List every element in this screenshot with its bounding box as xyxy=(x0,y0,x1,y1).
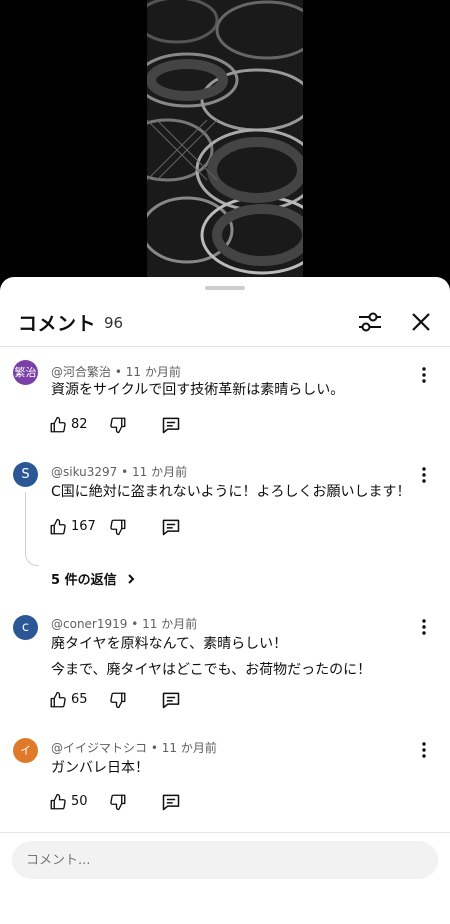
avatar[interactable]: S xyxy=(13,462,38,487)
reply-icon xyxy=(162,519,180,536)
like-count: 82 xyxy=(71,417,88,432)
chevron-right-icon xyxy=(128,574,135,584)
reply-button[interactable] xyxy=(161,791,181,813)
meta-separator: • xyxy=(131,617,143,631)
reply-icon xyxy=(162,794,180,811)
thumb-down-icon xyxy=(110,794,126,811)
comments-header: コメント 96 xyxy=(0,297,450,347)
comment-text: 廃タイヤを原料なんて、素晴らしい！ 今まで、廃タイヤはどこでも、お荷物だったのに… xyxy=(51,631,371,683)
more-vert-icon[interactable] xyxy=(416,466,432,484)
comment-actions: 82 xyxy=(49,414,249,436)
comment-author[interactable]: @siku3297 xyxy=(51,465,117,479)
avatar[interactable]: c xyxy=(13,615,38,640)
comment-text: ガンバレ日本！ xyxy=(51,755,149,781)
comment-meta: @coner1919 • 11 か月前 xyxy=(51,615,197,632)
reply-button[interactable] xyxy=(161,516,181,538)
comment-time: 11 か月前 xyxy=(132,465,188,479)
reply-icon xyxy=(162,417,180,434)
close-icon[interactable] xyxy=(408,309,434,335)
like-count: 50 xyxy=(71,794,88,809)
video-frame-tires xyxy=(147,0,303,290)
comment-line: C国に絶対に盗まれないように！よろしくお願いします！ xyxy=(51,484,411,500)
comments-sheet: コメント 96 繁治 @河合繁治 • 11 か月前 資源をサイクルで回す技術革新… xyxy=(0,277,450,924)
thumb-down-icon xyxy=(110,519,126,536)
thread-connector xyxy=(25,492,39,566)
more-vert-icon[interactable] xyxy=(416,741,432,759)
thumb-up-icon xyxy=(50,518,66,535)
dislike-button[interactable] xyxy=(109,689,129,711)
comment-actions: 167 xyxy=(49,516,249,538)
thumb-down-icon xyxy=(110,417,126,434)
thumb-up-icon xyxy=(50,691,66,708)
comment-meta: @イイジマトシコ • 11 か月前 xyxy=(51,739,217,756)
dislike-button[interactable] xyxy=(109,516,129,538)
comment-time: 11 か月前 xyxy=(161,741,217,755)
like-count: 167 xyxy=(71,519,96,534)
comment-input[interactable] xyxy=(26,850,416,870)
avatar[interactable]: 繁治 xyxy=(13,360,38,385)
avatar[interactable]: イ xyxy=(13,738,38,763)
sliders-icon[interactable] xyxy=(356,309,384,335)
comment-line: 廃タイヤを原料なんて、素晴らしい！ xyxy=(51,636,288,652)
reply-button[interactable] xyxy=(161,414,181,436)
thumb-up-icon xyxy=(50,793,66,810)
like-count: 65 xyxy=(71,692,88,707)
comment-line: 資源をサイクルで回す技術革新は素晴らしい。 xyxy=(51,382,345,398)
replies-label: 5 件の返信 xyxy=(51,573,117,588)
comment-author[interactable]: @coner1919 xyxy=(51,617,127,631)
comment-text: 資源をサイクルで回す技術革新は素晴らしい。 xyxy=(51,377,344,403)
dislike-button[interactable] xyxy=(109,791,129,813)
like-button[interactable]: 50 xyxy=(49,791,109,813)
video-player[interactable] xyxy=(0,0,450,290)
comment-time: 11 か月前 xyxy=(142,617,198,631)
more-vert-icon[interactable] xyxy=(416,618,432,636)
reply-button[interactable] xyxy=(161,689,181,711)
view-replies-button[interactable]: 5 件の返信 xyxy=(51,569,137,588)
dislike-button[interactable] xyxy=(109,414,129,436)
comment-author[interactable]: @イイジマトシコ xyxy=(51,741,147,755)
like-button[interactable]: 82 xyxy=(49,414,109,436)
comment-line: ガンバレ日本！ xyxy=(51,760,149,776)
thumb-up-icon xyxy=(50,416,66,433)
like-button[interactable]: 65 xyxy=(49,689,109,711)
more-vert-icon[interactable] xyxy=(416,366,432,384)
comments-title: コメント xyxy=(18,313,97,335)
comment-meta: @siku3297 • 11 か月前 xyxy=(51,463,187,480)
comment-text: C国に絶対に盗まれないように！よろしくお願いします！ xyxy=(51,479,411,505)
comment-actions: 50 xyxy=(49,791,249,813)
comment-line: 今まで、廃タイヤはどこでも、お荷物だったのに！ xyxy=(51,662,372,678)
thumb-down-icon xyxy=(110,692,126,709)
comments-count: 96 xyxy=(104,314,124,332)
meta-separator: • xyxy=(121,465,133,479)
like-button[interactable]: 167 xyxy=(49,516,109,538)
drag-handle[interactable] xyxy=(205,286,245,290)
reply-icon xyxy=(162,692,180,709)
meta-separator: • xyxy=(150,741,162,755)
comment-input-pill[interactable] xyxy=(12,841,438,879)
comment-input-bar xyxy=(0,832,450,924)
comment-actions: 65 xyxy=(49,689,249,711)
